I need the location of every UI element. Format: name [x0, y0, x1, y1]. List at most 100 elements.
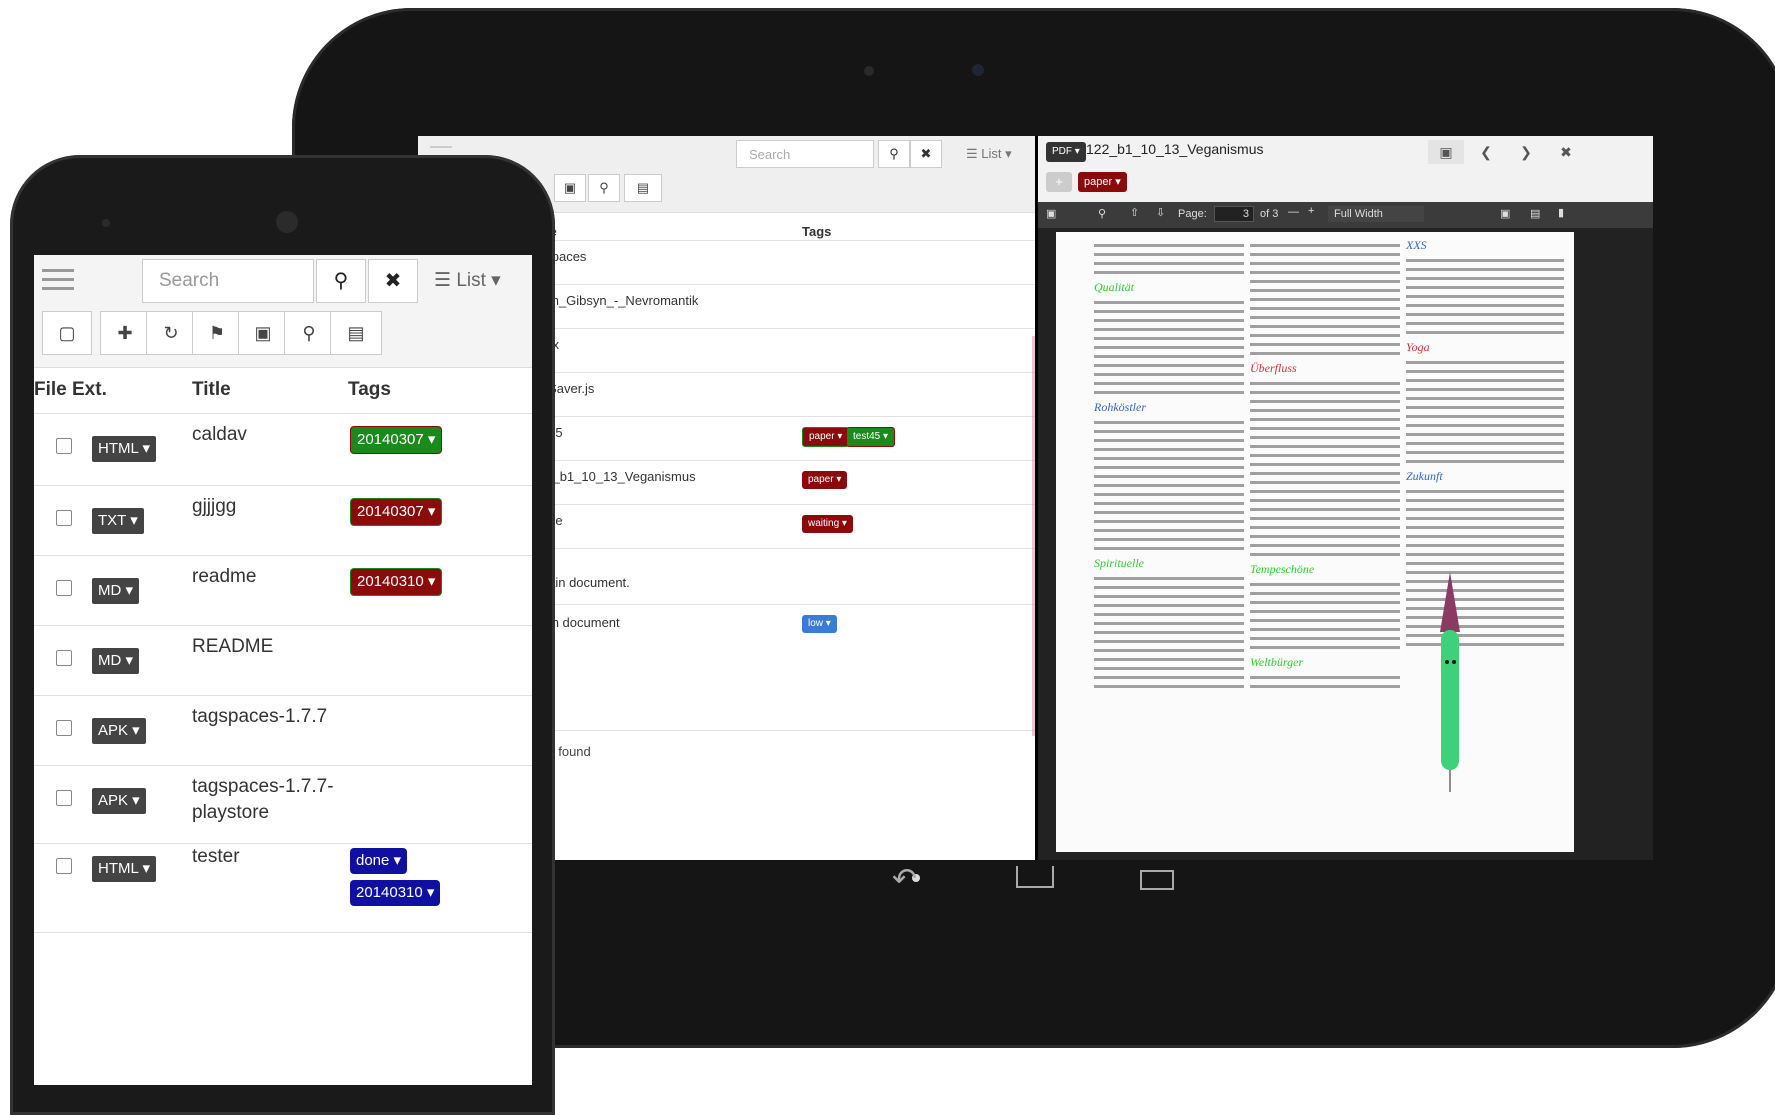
file-title: caldav [192, 424, 247, 445]
file-ext-label: APK [98, 792, 129, 809]
table-row[interactable]: TXT ▾ gjjjgg 20140307 ▾ [34, 485, 532, 556]
tag-badge[interactable]: 20140307 ▾ [350, 426, 443, 454]
file-ext-badge[interactable]: MD ▾ [92, 648, 140, 674]
col-header-tags[interactable]: Tags [348, 379, 391, 401]
details-button[interactable]: ▤ [330, 311, 382, 355]
leek-illustration [1440, 572, 1460, 792]
file-title: README [192, 636, 274, 657]
clear-search-button[interactable]: ✖ [368, 259, 418, 303]
table-row[interactable]: APK ▾ tagspaces-1.7.7- playstore [34, 765, 532, 844]
pane-splitter[interactable] [1032, 336, 1035, 736]
close-viewer-button[interactable]: ✖ [1548, 140, 1584, 164]
file-title: tagspaces-1.7.7 [192, 706, 328, 727]
details-icon: ▤ [636, 180, 650, 195]
back-nav-icon[interactable]: ↶ [892, 862, 917, 897]
view-mode-dropdown[interactable]: ☰ List ▾ [434, 259, 501, 303]
tag-button[interactable]: ⚑ [192, 311, 242, 355]
tag-badge[interactable]: 20140307 ▾ [350, 498, 443, 526]
home-nav-icon[interactable] [1016, 866, 1054, 888]
next-file-button[interactable]: ❯ [1508, 140, 1544, 164]
viewer-header: PDF ▾ 122_b1_10_13_Veganismus ▣ ❮ ❯ ✖ + … [1038, 136, 1653, 202]
file-ext-badge[interactable]: APK ▾ [92, 718, 146, 744]
table-row[interactable]: MD ▾ readme 20140310 ▾ [34, 555, 532, 626]
tag-badge[interactable]: low ▾ [802, 615, 837, 633]
row-checkbox[interactable] [56, 510, 72, 526]
tag-label: 20140310 [356, 884, 423, 901]
table-row[interactable]: HTML ▾ caldav 20140307 ▾ [34, 413, 532, 484]
search-icon: ⚲ [889, 146, 899, 161]
add-tag-button[interactable]: + [1046, 172, 1072, 192]
file-ext-badge[interactable]: TXT ▾ [92, 508, 144, 534]
row-checkbox[interactable] [56, 790, 72, 806]
previous-file-button[interactable]: ❮ [1468, 140, 1504, 164]
file-ext-badge[interactable]: HTML ▾ [92, 436, 156, 462]
search-input[interactable]: Search [736, 140, 874, 168]
zoom-select[interactable]: Full Width [1328, 206, 1424, 222]
search-input[interactable]: Search [142, 259, 314, 303]
row-checkbox[interactable] [56, 650, 72, 666]
phone-screen: Search ⚲ ✖ ☰ List ▾ ▢ ✚ ↻ ⚑ ▣ ⚲ ▤ File E… [34, 255, 532, 1085]
tag-badge[interactable]: paper ▾ [802, 427, 850, 447]
page-number-input[interactable]: 3 [1214, 206, 1254, 222]
tag-badge[interactable]: 20140310 ▾ [350, 568, 443, 596]
pdf-heading: Spirituelle [1094, 556, 1144, 570]
arrow-down-icon[interactable]: ⇩ [1156, 206, 1165, 219]
arrow-up-icon[interactable]: ⇧ [1130, 206, 1139, 219]
file-ext-badge[interactable]: APK ▾ [92, 788, 146, 814]
tag-badge[interactable]: test45 ▾ [846, 427, 896, 447]
create-file-button[interactable]: ✚ [100, 311, 150, 355]
tag-badge[interactable]: paper ▾ [1078, 172, 1127, 192]
open-file-icon[interactable]: ▣ [1500, 207, 1510, 220]
phone-toolbar: Search ⚲ ✖ ☰ List ▾ ▢ ✚ ↻ ⚑ ▣ ⚲ ▤ [34, 255, 532, 368]
file-ext-label: TXT [98, 512, 127, 529]
details-button[interactable]: ▤ [624, 174, 662, 202]
file-title-line: playstore [192, 802, 270, 823]
table-row[interactable]: HTML ▾ tester done ▾ 20140310 ▾ [34, 843, 532, 933]
tag-badge[interactable]: done ▾ [350, 848, 408, 874]
thumbnail-button[interactable]: ▣ [238, 311, 288, 355]
select-all-checkbox[interactable]: ▢ [42, 311, 92, 355]
download-icon[interactable]: ▤ [1530, 207, 1540, 220]
zoom-button[interactable]: ⚲ [588, 174, 620, 202]
tag-badge[interactable]: 20140310 ▾ [350, 880, 441, 906]
zoom-icon: ⚲ [599, 180, 609, 195]
tag-badge[interactable]: paper ▾ [802, 471, 848, 489]
zoom-out-icon[interactable]: — [1288, 206, 1299, 218]
pdf-heading: Weltbürger [1250, 655, 1304, 669]
file-ext-badge[interactable]: HTML ▾ [92, 856, 156, 882]
tablet-screen: Search ⚲ ✖ ☰ List ▾ ⚑ ▣ ⚲ ▤ itle Tags gs… [418, 136, 1653, 860]
col-header-ext[interactable]: File Ext. [34, 379, 107, 401]
zoom-button[interactable]: ⚲ [284, 311, 334, 355]
bookmark-icon[interactable]: ▮ [1558, 206, 1564, 219]
thumbnail-button[interactable]: ▣ [554, 174, 586, 202]
phone-camera [276, 211, 298, 233]
row-checkbox[interactable] [56, 858, 72, 874]
tag-badge[interactable]: waiting ▾ [802, 515, 853, 533]
search-button[interactable]: ⚲ [878, 140, 910, 168]
file-ext-badge[interactable]: MD ▾ [92, 578, 140, 604]
col-header-tags[interactable]: Tags [802, 224, 831, 239]
pdf-heading: Tempeschöne [1250, 562, 1315, 576]
search-button[interactable]: ⚲ [316, 259, 366, 303]
recents-nav-icon[interactable] [1140, 870, 1174, 890]
page-label: Page: [1178, 208, 1207, 220]
table-row[interactable]: APK ▾ tagspaces-1.7.7 [34, 695, 532, 766]
view-mode-dropdown[interactable]: ☰ List ▾ [966, 140, 1012, 168]
fullscreen-button[interactable]: ▣ [1428, 140, 1464, 164]
row-checkbox[interactable] [56, 438, 72, 454]
zoom-value: Full Width [1334, 208, 1383, 220]
sidebar-toggle-icon[interactable]: ▣ [1046, 207, 1056, 220]
file-type-badge[interactable]: PDF ▾ [1046, 142, 1086, 162]
search-icon[interactable]: ⚲ [1098, 207, 1106, 220]
pdf-column: Überfluss Tempeschöne Weltbürger [1250, 238, 1400, 694]
zoom-in-icon[interactable]: + [1308, 205, 1314, 217]
col-header-title[interactable]: Title [192, 379, 231, 401]
clear-search-button[interactable]: ✖ [910, 140, 942, 168]
row-checkbox[interactable] [56, 720, 72, 736]
refresh-button[interactable]: ↻ [146, 311, 196, 355]
zoom-icon: ⚲ [302, 323, 316, 343]
row-checkbox[interactable] [56, 580, 72, 596]
tag-label: waiting [808, 518, 840, 529]
menu-icon[interactable] [42, 269, 74, 291]
table-row[interactable]: MD ▾ README [34, 625, 532, 696]
